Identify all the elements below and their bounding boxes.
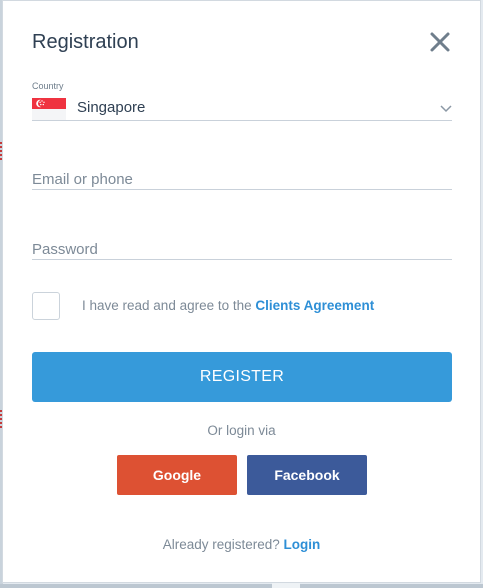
password-underline: [32, 259, 452, 260]
country-underline: [32, 120, 452, 121]
registration-modal: Registration Country Singapore Email or …: [2, 0, 481, 583]
register-button[interactable]: REGISTER: [32, 352, 452, 402]
page: Registration Country Singapore Email or …: [0, 0, 483, 588]
already-registered-text: Already registered? Login: [3, 537, 480, 552]
already-registered-label: Already registered?: [162, 537, 280, 552]
login-link[interactable]: Login: [284, 537, 321, 552]
agreement-label: I have read and agree to the: [82, 298, 252, 313]
background-bottom-edge: [0, 584, 483, 588]
agreement-text: I have read and agree to the Clients Agr…: [82, 298, 374, 313]
agreement-checkbox[interactable]: [32, 292, 60, 320]
singapore-flag-icon: [32, 98, 66, 120]
close-icon: [430, 32, 450, 52]
chevron-down-icon[interactable]: [440, 105, 452, 113]
facebook-login-button[interactable]: Facebook: [247, 455, 367, 495]
country-select[interactable]: Singapore: [77, 99, 145, 116]
google-login-button[interactable]: Google: [117, 455, 237, 495]
or-login-via-text: Or login via: [207, 423, 276, 438]
clients-agreement-link[interactable]: Clients Agreement: [255, 298, 374, 313]
modal-title: Registration: [32, 31, 139, 53]
country-label: Country: [32, 81, 64, 91]
email-underline: [32, 189, 452, 190]
close-button[interactable]: [427, 29, 453, 55]
